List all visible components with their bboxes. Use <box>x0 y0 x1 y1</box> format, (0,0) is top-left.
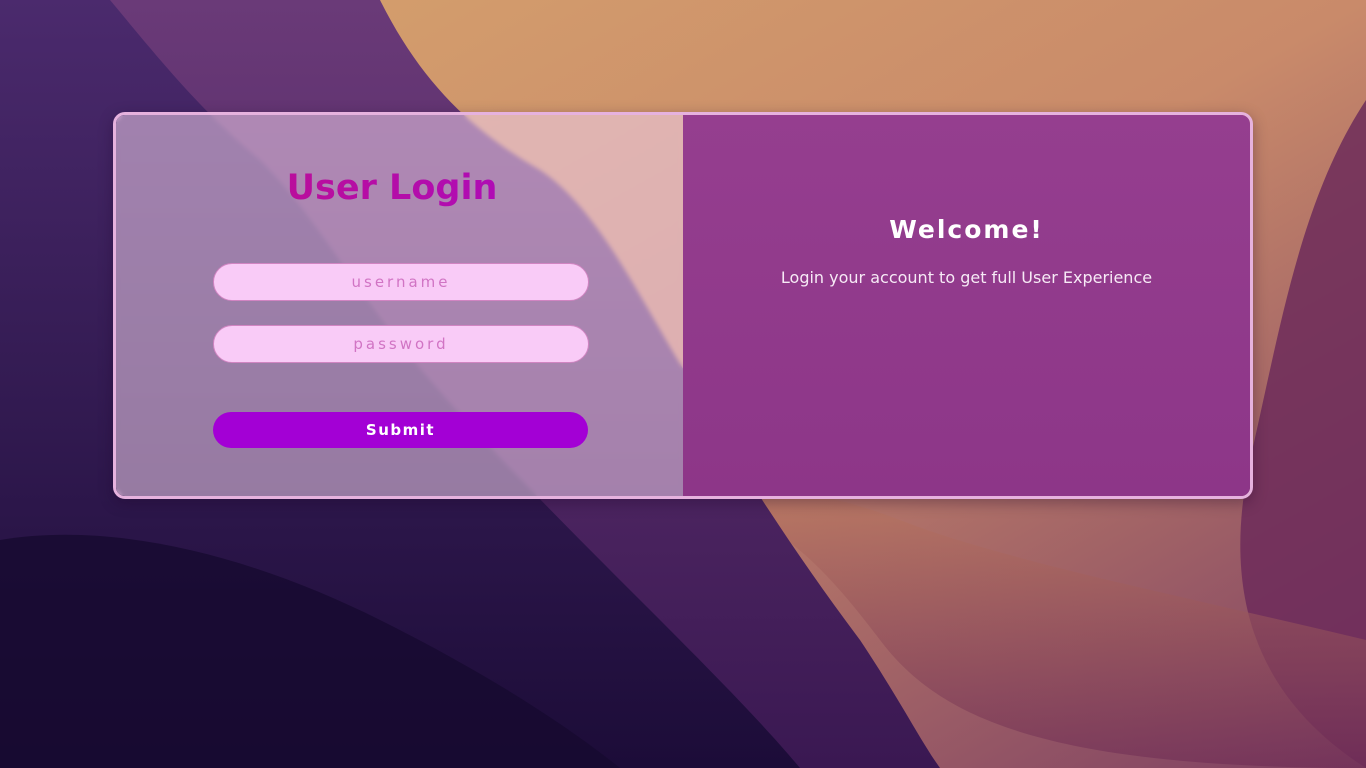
login-panel: User Login Submit <box>116 115 683 496</box>
submit-button[interactable]: Submit <box>213 412 588 448</box>
welcome-subtitle: Login your account to get full User Expe… <box>780 268 1153 287</box>
password-input[interactable] <box>213 325 589 363</box>
login-card: User Login Submit Welcome! Login your ac… <box>113 112 1253 499</box>
welcome-panel: Welcome! Login your account to get full … <box>683 115 1250 496</box>
welcome-title: Welcome! <box>889 215 1044 244</box>
username-input[interactable] <box>213 263 589 301</box>
login-title: User Login <box>116 165 668 211</box>
